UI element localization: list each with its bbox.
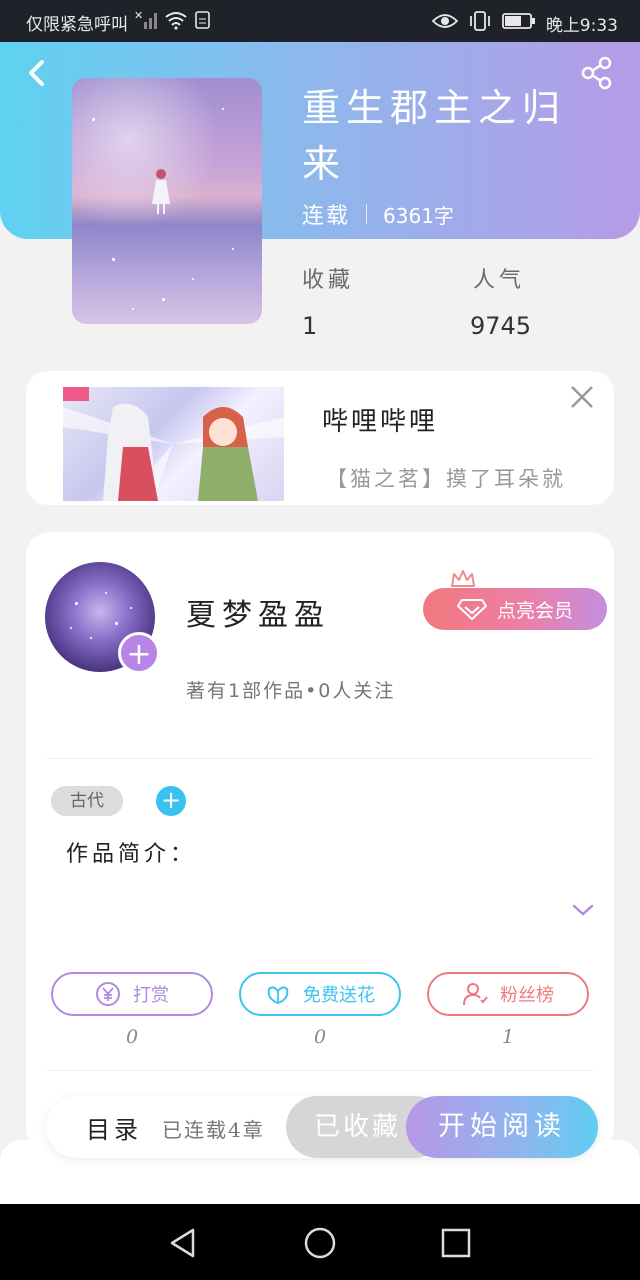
ad-description: 【猫之茗】摸了耳朵就 xyxy=(326,467,566,491)
chevron-left-icon xyxy=(29,60,44,86)
vip-button-label: 点亮会员 xyxy=(496,599,573,622)
intro-label: 作品简介： xyxy=(66,842,197,867)
flower-count: 0 xyxy=(313,1026,327,1048)
ad-title: 哔哩哔哩 xyxy=(322,407,439,437)
chevron-down-icon xyxy=(572,904,594,916)
book-title: 重生郡主之归来 xyxy=(302,86,567,186)
diamond-icon xyxy=(456,599,487,620)
stat-label-popularity: 人气 xyxy=(473,268,526,293)
status-divider xyxy=(366,204,368,224)
yuan-icon xyxy=(96,982,120,1006)
expand-intro-button[interactable] xyxy=(571,902,595,918)
send-flower-button-label: 免费送花 xyxy=(303,985,375,1006)
genre-tag[interactable]: 古代 xyxy=(51,786,123,816)
toc-button[interactable]: 目录 xyxy=(86,1110,142,1145)
author-meta: 著有1部作品•0人关注 xyxy=(186,680,396,702)
flower-icon xyxy=(267,986,289,1005)
close-icon xyxy=(571,386,593,408)
tip-count: 0 xyxy=(125,1026,139,1048)
clock: 晚上9:33 xyxy=(545,16,618,36)
triangle-back-icon xyxy=(170,1228,195,1258)
carrier-text: 仅限紧急呼叫 xyxy=(26,15,128,35)
no-signal-icon: ✕ xyxy=(134,9,158,35)
book-cover[interactable] xyxy=(72,78,262,324)
tip-button[interactable]: 打赏 xyxy=(51,972,213,1016)
stat-value-popularity: 9745 xyxy=(470,312,532,340)
square-recents-icon xyxy=(441,1228,471,1258)
vibrate-icon xyxy=(468,10,492,37)
status-bar: 仅限紧急呼叫 ✕ 晚上9:33 xyxy=(0,0,640,42)
nav-back-button[interactable] xyxy=(166,1226,200,1260)
circle-home-icon xyxy=(304,1227,336,1259)
fan-rank-button-label: 粉丝榜 xyxy=(500,985,554,1006)
chapter-count[interactable]: 已连载4章 xyxy=(162,1114,265,1143)
stat-label-favorites: 收藏 xyxy=(302,268,355,293)
sim-icon xyxy=(194,10,212,35)
nav-home-button[interactable] xyxy=(303,1226,337,1260)
add-tag-button[interactable]: + xyxy=(156,786,186,816)
eye-icon xyxy=(431,11,459,36)
fan-rank-icon xyxy=(463,983,488,1006)
ad-card[interactable]: 哔哩哔哩 【猫之茗】摸了耳朵就 xyxy=(26,371,614,505)
book-status-row: 连载 6361字 xyxy=(302,198,454,230)
serial-status: 连载 xyxy=(302,204,351,229)
system-nav-bar xyxy=(0,1204,640,1280)
stat-value-favorites: 1 xyxy=(302,312,318,340)
ad-image xyxy=(63,387,284,501)
crown-icon xyxy=(451,570,475,587)
back-button[interactable] xyxy=(22,56,52,90)
cover-figure xyxy=(152,169,170,214)
ad-close-button[interactable] xyxy=(569,384,595,410)
nav-recents-button[interactable] xyxy=(439,1226,473,1260)
fan-count: 1 xyxy=(501,1026,515,1048)
divider xyxy=(46,758,594,759)
vip-button[interactable]: 点亮会员 xyxy=(423,588,607,630)
fan-rank-button[interactable]: 粉丝榜 xyxy=(427,972,589,1016)
word-count: 6361字 xyxy=(383,203,454,228)
battery-icon xyxy=(501,11,536,36)
wifi-icon xyxy=(164,10,188,35)
tip-button-label: 打赏 xyxy=(133,985,169,1006)
start-reading-button[interactable]: 开始阅读 xyxy=(406,1096,598,1158)
svg-text:✕: ✕ xyxy=(134,10,143,22)
author-card: + 夏梦盈盈 著有1部作品•0人关注 点亮会员 古代 + 作品简介： 打赏 免费… xyxy=(26,532,614,1152)
send-flower-button[interactable]: 免费送花 xyxy=(239,972,401,1016)
reading-bar: 目录 已连载4章 已收藏 开始阅读 xyxy=(46,1096,598,1158)
divider xyxy=(46,1070,594,1071)
author-name: 夏梦盈盈 xyxy=(186,598,330,633)
book-detail-screen: 仅限紧急呼叫 ✕ 晚上9:33 重生郡主之归来 连载 6361字 收藏 人气 1… xyxy=(0,0,640,1280)
follow-author-button[interactable]: + xyxy=(118,632,160,674)
